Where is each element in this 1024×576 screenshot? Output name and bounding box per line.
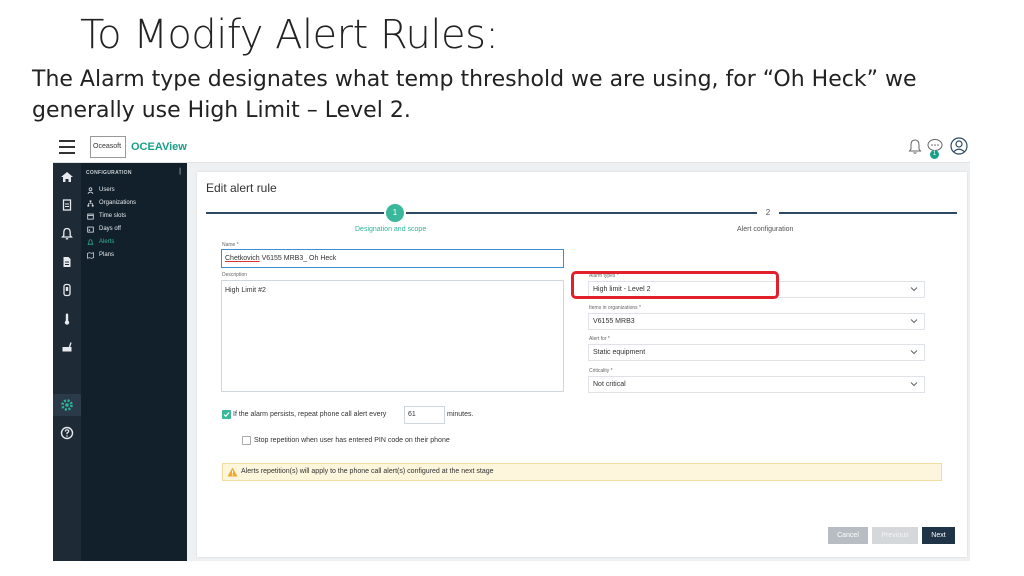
sidebar-item-label: Alerts (99, 239, 115, 245)
notification-badge: 1 (930, 150, 939, 159)
pin-icon[interactable]: ❘ (177, 167, 183, 175)
highlight-annotation (571, 271, 779, 299)
description-label: Description (222, 272, 248, 278)
step-2-circle[interactable]: 2 (759, 204, 777, 222)
sidebar-item-plans[interactable]: Plans (87, 250, 114, 260)
top-bar: Oceasoft OCEAView 1 (53, 133, 970, 163)
stop-repetition-checkbox[interactable] (242, 436, 251, 445)
stepper-line (779, 212, 957, 214)
repeat-label: If the alarm persists, repeat phone call… (233, 411, 387, 418)
repeat-minutes-field[interactable]: 61 (404, 406, 445, 424)
minutes-label: minutes. (447, 411, 474, 418)
edit-alert-panel: Edit alert rule 1 2 Designation and scop… (197, 172, 967, 557)
bell-icon (87, 238, 94, 245)
step-1-circle[interactable]: 1 (386, 204, 404, 222)
menu-icon[interactable] (59, 140, 75, 154)
stop-repetition-label: Stop repetition when user has entered PI… (254, 437, 450, 444)
criticality-select[interactable]: Not critical (588, 376, 925, 393)
chevron-down-icon (910, 287, 918, 292)
chevron-down-icon (910, 319, 918, 324)
stepper-line (206, 212, 384, 214)
user-avatar-icon[interactable] (950, 137, 968, 155)
checkmark-icon (223, 412, 230, 418)
warning-text: Alerts repetition(s) will apply to the p… (241, 468, 494, 475)
icon-bar (53, 163, 81, 561)
slide-title: To Modify Alert Rules: (80, 12, 499, 58)
configuration-sidebar: CONFIGURATION ❘ Users Organizations Time… (81, 163, 187, 561)
map-icon (87, 251, 94, 259)
criticality-value: Not critical (593, 381, 626, 388)
step-1-label: Designation and scope (355, 226, 427, 233)
settings-gear-icon[interactable] (59, 397, 75, 413)
bell-icon[interactable] (908, 139, 922, 155)
description-field[interactable]: High Limit #2 (221, 280, 564, 392)
sidebar-item-alerts[interactable]: Alerts (87, 237, 114, 247)
name-label: Name * (222, 242, 239, 248)
sidebar-item-users[interactable]: Users (87, 185, 115, 195)
slide-subtitle: The Alarm type designates what temp thre… (32, 67, 917, 123)
stepper-line (406, 212, 757, 214)
sidebar-item-organizations[interactable]: Organizations (87, 198, 136, 208)
panel-title: Edit alert rule (206, 181, 277, 195)
chevron-down-icon (910, 382, 918, 387)
criticality-label: Criticality * (589, 368, 613, 374)
alert-for-value: Static equipment (593, 349, 646, 356)
alert-for-select[interactable]: Static equipment (588, 344, 925, 361)
chevron-down-icon (910, 350, 918, 355)
warning-banner: Alerts repetition(s) will apply to the p… (222, 463, 942, 481)
report-icon[interactable] (59, 254, 75, 270)
user-icon (87, 186, 94, 194)
name-value-part2: V6155 MRB3_ Oh Heck (259, 255, 337, 262)
sidebar-heading: CONFIGURATION (86, 170, 132, 176)
sidebar-item-days-off[interactable]: Days off (87, 224, 121, 234)
name-field[interactable]: Chetkovich V6155 MRB3_ Oh Heck (221, 249, 564, 268)
alert-for-label: Alert for * (589, 336, 610, 342)
app-screenshot: Oceasoft OCEAView 1 CONFIGURATION ❘ User… (53, 133, 970, 561)
cancel-button[interactable]: Cancel (828, 527, 868, 544)
repeat-minutes-value: 61 (408, 411, 416, 418)
app-name: OCEAView (131, 141, 187, 153)
items-label: Items in organizations * (589, 305, 641, 311)
sidebar-item-label: Plans (99, 252, 115, 258)
next-button[interactable]: Next (922, 527, 955, 544)
document-icon[interactable] (59, 197, 75, 213)
sidebar-item-time-slots[interactable]: Time slots (87, 211, 126, 221)
items-select[interactable]: V6155 MRB3 (588, 313, 925, 330)
sidebar-item-label: Days off (99, 226, 121, 232)
alert-bell-icon[interactable] (59, 226, 75, 242)
name-value-part1: Chetkovich (225, 255, 260, 262)
warning-icon (227, 467, 238, 477)
previous-button[interactable]: Previous (872, 527, 918, 544)
thermometer-icon[interactable] (59, 311, 75, 327)
org-icon (87, 199, 94, 207)
timeslot-icon (87, 213, 94, 220)
sensor-icon[interactable] (59, 282, 75, 298)
step-2-label: Alert configuration (737, 226, 794, 233)
gateway-icon[interactable] (59, 339, 75, 355)
sidebar-item-label: Time slots (99, 213, 127, 219)
calendar-icon (87, 226, 94, 233)
repeat-checkbox[interactable] (222, 410, 231, 419)
sidebar-item-label: Users (99, 187, 115, 193)
description-value: High Limit #2 (225, 287, 266, 294)
oceasoft-logo: Oceasoft (90, 136, 126, 158)
help-icon[interactable] (59, 425, 75, 441)
items-value: V6155 MRB3 (593, 318, 635, 325)
sidebar-item-label: Organizations (99, 200, 137, 206)
home-icon[interactable] (59, 169, 75, 185)
